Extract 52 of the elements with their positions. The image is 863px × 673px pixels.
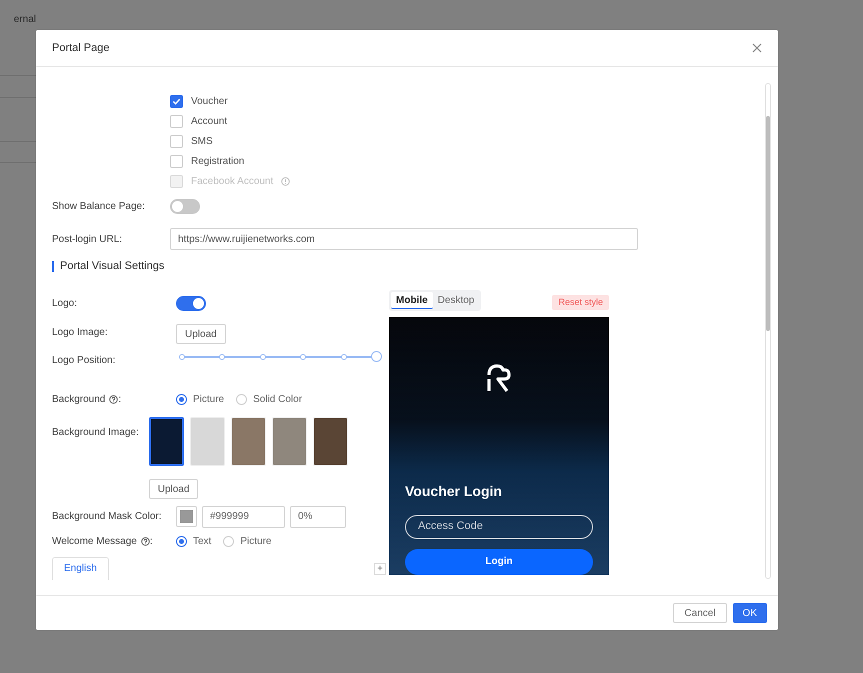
field-label: Background (52, 392, 106, 406)
help-icon (109, 394, 118, 404)
field-label: Welcome Message (52, 534, 137, 548)
radio-button[interactable] (176, 394, 187, 404)
toggle-switch[interactable] (176, 296, 206, 311)
field-label: Background Mask Color: (52, 510, 162, 524)
section-title: Portal Visual Settings (60, 259, 164, 274)
opacity-field[interactable]: 0% (290, 506, 346, 528)
close-icon[interactable] (752, 43, 762, 53)
colon: : (150, 534, 153, 548)
section-marker (52, 260, 54, 272)
color-field[interactable]: #999999 (202, 506, 285, 528)
url-field[interactable]: https://www.ruijienetworks.com (170, 228, 638, 250)
radio-label: Text (193, 534, 212, 548)
option-label: Account (191, 114, 228, 128)
logo-icon (485, 362, 513, 392)
photo-placeholder[interactable] (148, 416, 184, 466)
login-button[interactable]: Login (405, 548, 593, 574)
color-swatch[interactable] (176, 506, 197, 527)
upload-button[interactable]: Upload (148, 479, 198, 499)
upload-button[interactable]: Upload (176, 324, 226, 344)
field-label: Logo Image: (52, 326, 109, 340)
option-label: Registration (191, 154, 244, 168)
logo-position-slider[interactable] (178, 350, 382, 362)
field-label: Logo: (52, 297, 78, 311)
checkbox[interactable] (170, 94, 183, 108)
radio-label: Picture (193, 392, 224, 406)
cancel-button[interactable]: Cancel (673, 603, 727, 623)
field-label: Post-login URL: (52, 232, 124, 246)
radio-button[interactable] (176, 536, 187, 546)
field-label: Show Balance Page: (52, 200, 146, 214)
scrollbar[interactable] (765, 83, 771, 579)
field-label: Background Image: (52, 426, 139, 438)
access-code-field[interactable]: Access Code (405, 514, 593, 538)
radio-label: Solid Color (253, 392, 302, 406)
preview-tab[interactable]: Mobile (391, 292, 433, 309)
ok-button[interactable]: OK (732, 603, 767, 623)
field-label: Logo Position: (52, 354, 116, 368)
language-tab[interactable]: English (52, 556, 109, 580)
radio-label: Picture (240, 534, 272, 548)
dialog-title: Portal Page (52, 40, 110, 56)
option-label: SMS (191, 134, 213, 148)
toggle-switch[interactable] (170, 198, 200, 214)
option-label: Facebook Account (191, 174, 274, 188)
option-label: Voucher (191, 94, 228, 108)
info-icon (281, 176, 290, 186)
background-text: ernal (14, 13, 36, 27)
help-icon (140, 536, 150, 546)
preview-tab[interactable]: Desktop (432, 292, 480, 309)
preview-heading: Voucher Login (405, 482, 503, 501)
colon: : (118, 392, 122, 406)
add-tab-button[interactable]: + (374, 562, 386, 574)
